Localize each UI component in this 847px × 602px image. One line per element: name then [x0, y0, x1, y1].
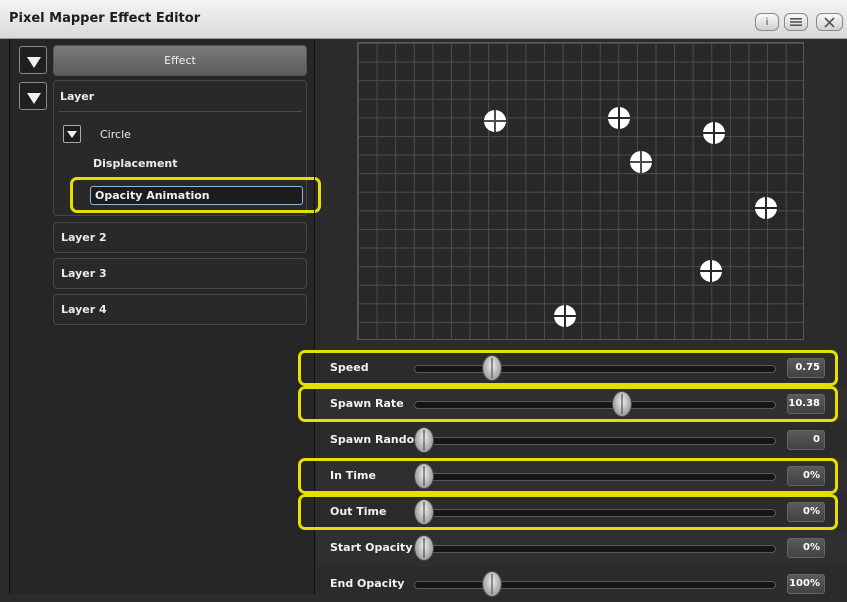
panel-border [9, 39, 10, 594]
slider-track[interactable] [414, 581, 776, 589]
highlight-spawn-rate [298, 386, 838, 422]
slider-knob[interactable] [414, 427, 434, 453]
close-icon[interactable] [816, 13, 843, 31]
pixel-circle [703, 122, 725, 144]
divider [59, 111, 302, 112]
param-label: Spawn Random [330, 433, 426, 446]
param-row: Spawn Random 0 [316, 422, 847, 458]
param-label: End Opacity [330, 577, 405, 590]
pixel-circle [608, 107, 630, 129]
highlight-out-time [298, 494, 838, 530]
param-value-field[interactable]: 0% [787, 538, 825, 558]
highlight-opacity-animation [70, 177, 321, 213]
layer-3-item[interactable]: Layer 3 [53, 258, 307, 289]
pixel-circle [630, 151, 652, 173]
pixel-preview-grid [357, 42, 804, 340]
pixel-circle [554, 305, 576, 327]
window-title: Pixel Mapper Effect Editor [9, 11, 201, 26]
layer-2-item[interactable]: Layer 2 [53, 222, 307, 253]
info-button[interactable]: i [755, 13, 779, 31]
displacement-item[interactable]: Displacement [93, 157, 178, 170]
highlight-speed [298, 350, 838, 386]
collapse-layer-icon[interactable] [19, 82, 47, 110]
param-row: End Opacity 100% [316, 566, 847, 602]
param-row: Start Opacity 0% [316, 530, 847, 566]
collapse-effect-icon[interactable] [19, 46, 47, 74]
layer-4-item[interactable]: Layer 4 [53, 294, 307, 325]
slider-track[interactable] [414, 437, 776, 445]
param-value-field[interactable]: 100% [787, 574, 825, 594]
highlight-in-time [298, 458, 838, 494]
title-bar: Pixel Mapper Effect Editor i [0, 0, 847, 39]
slider-knob[interactable] [414, 535, 434, 561]
menu-icon[interactable] [784, 13, 808, 31]
layer-label[interactable]: Layer [60, 90, 94, 103]
slider-track[interactable] [414, 545, 776, 553]
pixel-circle [700, 260, 722, 282]
circle-item[interactable]: Circle [100, 128, 131, 141]
param-value-field[interactable]: 0 [787, 430, 825, 450]
effect-button[interactable]: Effect [53, 45, 307, 76]
slider-knob[interactable] [482, 571, 503, 597]
param-label: Start Opacity [330, 541, 413, 554]
pixel-circle [484, 110, 506, 132]
collapse-circle-icon[interactable] [63, 125, 81, 143]
pixel-circle [755, 197, 777, 219]
